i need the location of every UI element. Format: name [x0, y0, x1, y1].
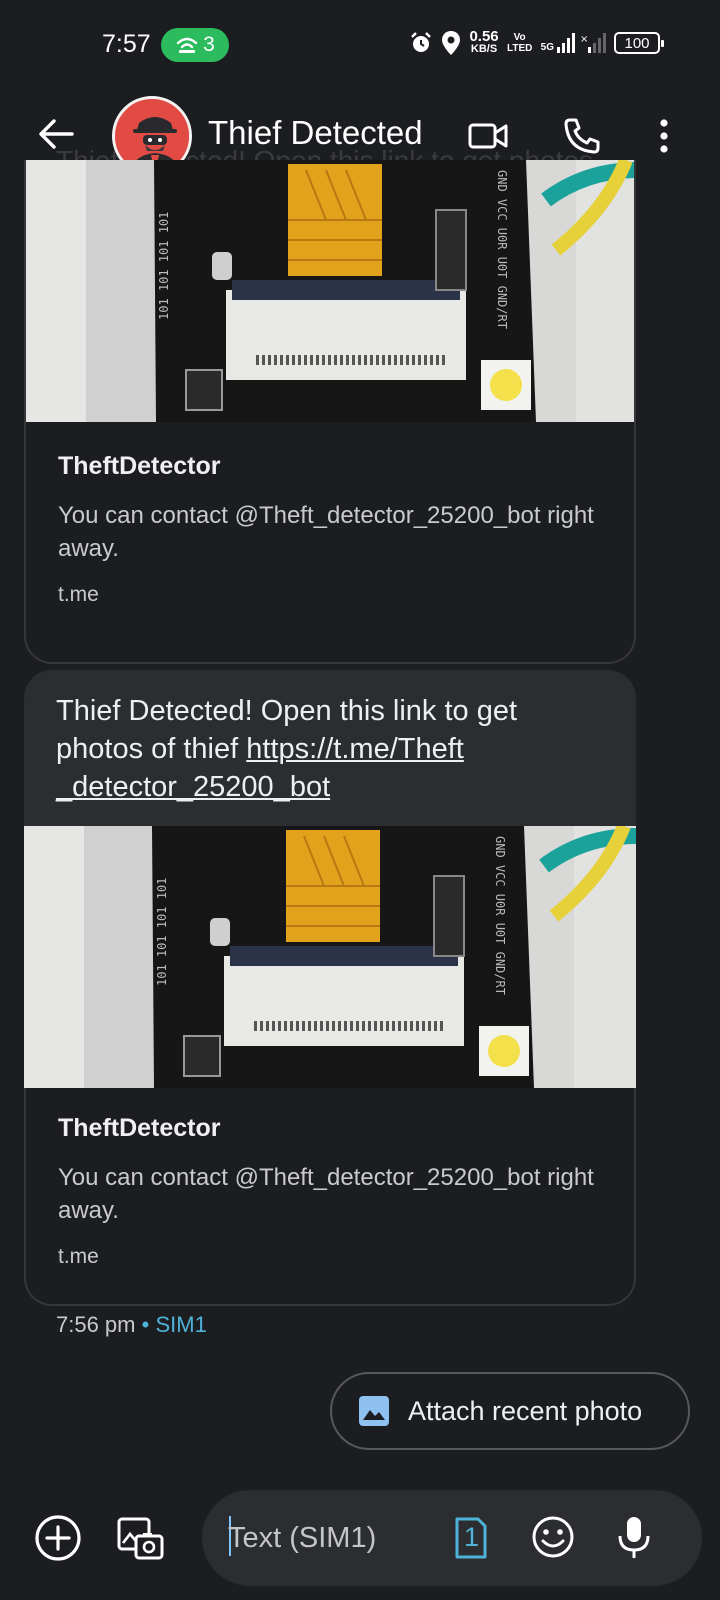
- hotspot-badge: 3: [161, 28, 229, 62]
- emoji-icon[interactable]: [530, 1514, 576, 1560]
- compose-bar: 1: [0, 1490, 720, 1586]
- signal-weak-icon: ×: [580, 33, 606, 53]
- message-bubble[interactable]: TheftDetector You can contact @Theft_det…: [24, 160, 636, 664]
- signal-icon: [557, 33, 575, 53]
- signal-strength: 5G ×: [541, 33, 606, 53]
- svg-text:×: ×: [580, 34, 588, 45]
- message-input[interactable]: [228, 1516, 438, 1560]
- sim-badge: 1: [464, 1522, 480, 1552]
- status-icons: 0.56 KB/S Vo LTED 5G × 100: [409, 28, 664, 56]
- volte-indicator: Vo LTED: [506, 32, 533, 54]
- hotspot-icon: [176, 37, 198, 53]
- link-preview-card[interactable]: TheftDetector You can contact @Theft_det…: [26, 422, 634, 662]
- attach-recent-photo-chip[interactable]: Attach recent photo: [330, 1372, 690, 1450]
- sim-selector[interactable]: 1: [454, 1516, 488, 1560]
- preview-domain: t.me: [58, 1245, 99, 1268]
- preview-title: TheftDetector: [58, 452, 221, 480]
- link-preview-image[interactable]: [24, 826, 636, 1088]
- hotspot-count: 3: [203, 33, 215, 56]
- image-icon: [359, 1396, 389, 1426]
- sim-label: SIM1: [155, 1312, 207, 1337]
- add-icon[interactable]: [34, 1514, 82, 1562]
- preview-domain: t.me: [58, 583, 99, 606]
- message-timestamp: 7:56 pm • SIM1: [56, 1312, 207, 1337]
- suggestion-label: Attach recent photo: [408, 1395, 643, 1426]
- message-bubble[interactable]: Thief Detected! Open this link to get ph…: [24, 670, 636, 1306]
- more-vert-icon[interactable]: [642, 114, 686, 158]
- video-call-icon[interactable]: [466, 114, 510, 158]
- preview-description: You can contact @Theft_detector_25200_bo…: [58, 502, 594, 562]
- compose-field[interactable]: 1: [202, 1490, 702, 1586]
- link-preview-image[interactable]: [26, 160, 636, 422]
- phone-icon[interactable]: [560, 114, 604, 158]
- mic-icon[interactable]: [614, 1514, 654, 1560]
- status-time: 7:57: [102, 30, 151, 58]
- gallery-icon[interactable]: [116, 1514, 164, 1562]
- status-bar: 7:57 3 0.56 KB/S Vo LTED 5G × 100: [0, 0, 720, 92]
- message-text: Thief Detected! Open this link to get ph…: [56, 695, 518, 803]
- alarm-icon: [411, 32, 432, 52]
- preview-description: You can contact @Theft_detector_25200_bo…: [58, 1164, 594, 1224]
- link-preview-card[interactable]: TheftDetector You can contact @Theft_det…: [24, 1088, 636, 1306]
- location-icon: [442, 31, 461, 55]
- preview-title: TheftDetector: [58, 1114, 221, 1142]
- net-speed: 0.56 KB/S: [469, 28, 499, 55]
- contact-name[interactable]: Thief Detected: [208, 114, 423, 152]
- battery-indicator: 100: [614, 32, 664, 54]
- back-arrow-icon[interactable]: [34, 112, 78, 156]
